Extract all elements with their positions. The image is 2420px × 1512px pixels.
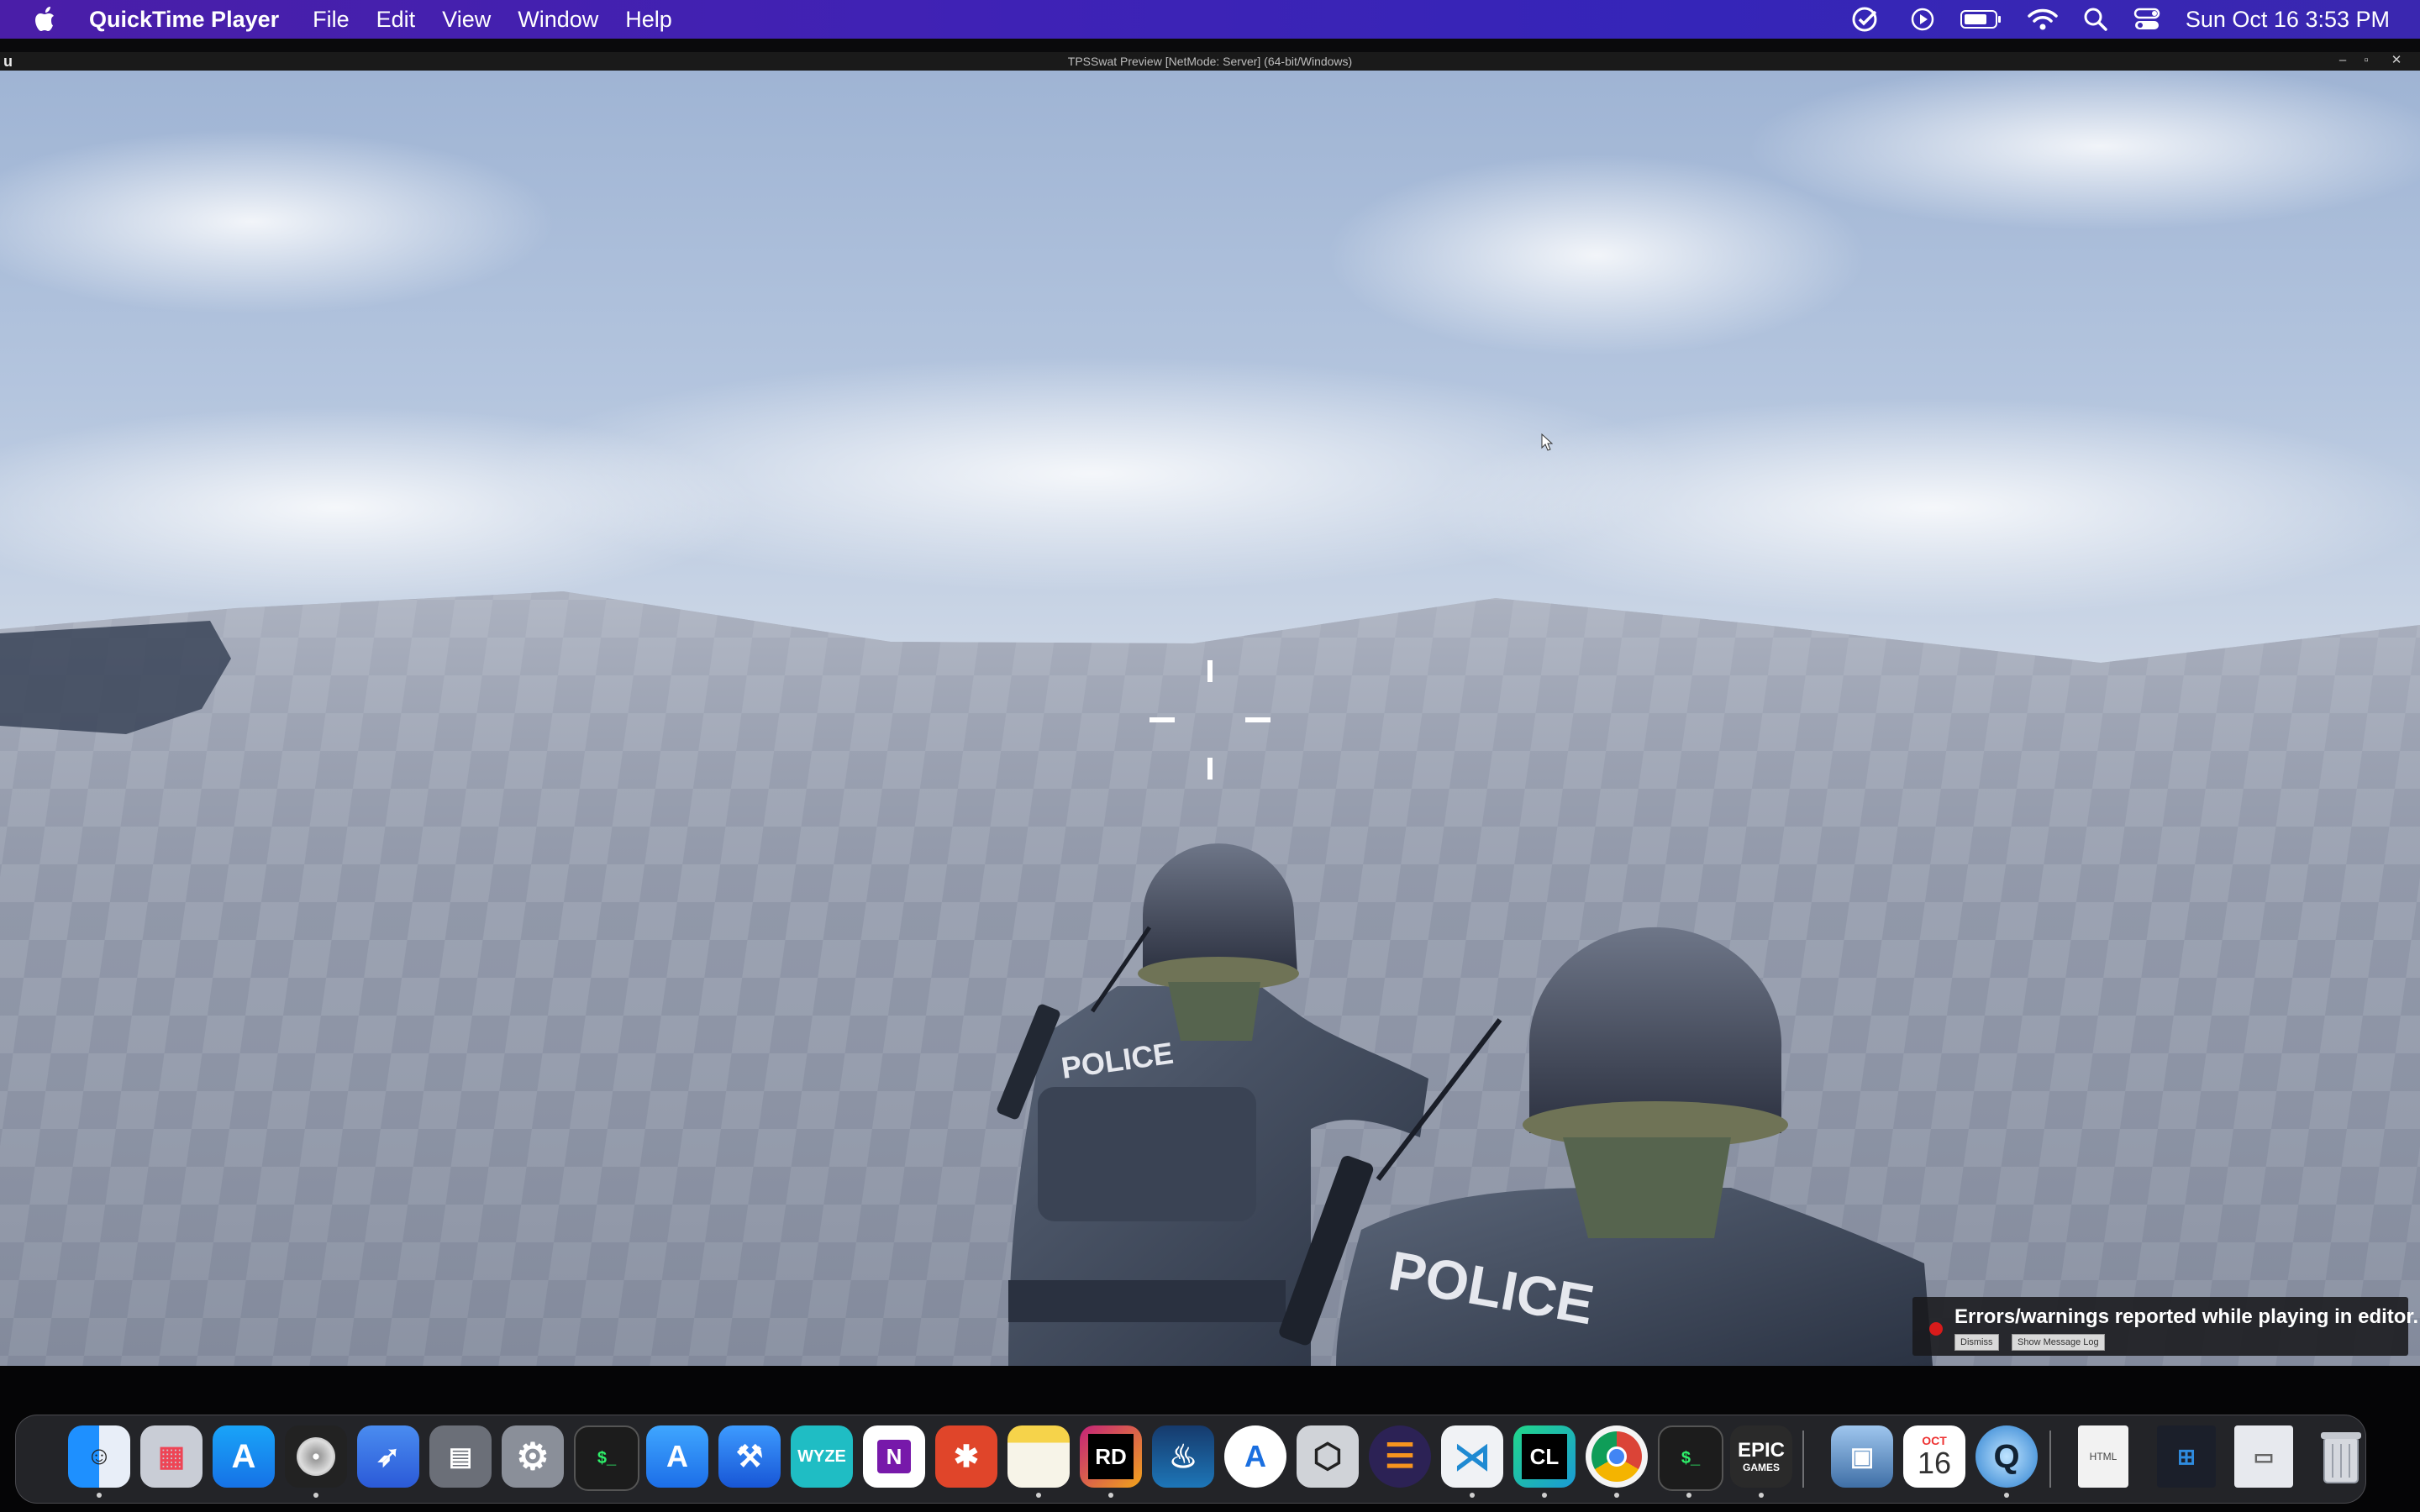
disc-icon[interactable] — [285, 1425, 347, 1488]
running-indicator — [1542, 1493, 1547, 1498]
unreal-engine-icon: u — [3, 53, 13, 70]
game-viewport[interactable]: POLICE POLICE — [0, 71, 2420, 1366]
dock: ☺ ▦ A ➶ ▤ ⚙ $_ A ⚒ WYZE N ✱ RD ♨ A ⬡ ☰ ⋊… — [15, 1415, 2366, 1504]
gear-icon[interactable]: ⚙ — [502, 1425, 564, 1488]
wyze-icon[interactable]: WYZE — [791, 1425, 853, 1488]
steam-icon[interactable]: ♨ — [1152, 1425, 1214, 1488]
error-dot-icon — [1929, 1322, 1943, 1336]
finder-icon[interactable]: ☺ — [68, 1425, 130, 1488]
epic-games-icon[interactable]: EPIC GAMES — [1730, 1425, 1792, 1488]
status-area: Sun Oct 16 3:53 PM — [1851, 0, 2390, 39]
trash-icon[interactable] — [2310, 1425, 2372, 1488]
rider-icon[interactable]: RD — [1080, 1425, 1142, 1488]
control-center-icon[interactable] — [2133, 7, 2160, 32]
minimize-icon[interactable]: – — [2333, 52, 2353, 71]
eclipse-icon[interactable]: ☰ — [1369, 1425, 1431, 1488]
game-scene: POLICE POLICE — [0, 71, 2420, 1366]
running-indicator — [2004, 1493, 2009, 1498]
swift-icon[interactable]: ➶ — [357, 1425, 419, 1488]
app-store-icon[interactable]: A — [213, 1425, 275, 1488]
maximize-icon[interactable]: ▫ — [2356, 52, 2376, 71]
screenshots-icon[interactable]: ⊞ — [2157, 1425, 2216, 1488]
chrome-icon[interactable] — [1586, 1425, 1648, 1488]
quicktime-icon[interactable]: Q — [1975, 1425, 2038, 1488]
app-menu-quicktime[interactable]: QuickTime Player — [89, 7, 279, 33]
browser-window-icon[interactable]: ▭ — [2234, 1425, 2293, 1488]
running-indicator — [1470, 1493, 1475, 1498]
menu-file[interactable]: File — [313, 7, 350, 33]
show-message-log-button[interactable]: Show Message Log — [2012, 1334, 2105, 1351]
dock-separator — [2049, 1431, 2051, 1488]
terminal-icon[interactable]: $_ — [574, 1425, 639, 1491]
photo-icon[interactable]: ▣ — [1831, 1425, 1893, 1488]
running-indicator — [1614, 1493, 1619, 1498]
xcode-icon[interactable]: ⚒ — [718, 1425, 781, 1488]
menu-bar: QuickTime Player File Edit View Window H… — [0, 0, 2420, 39]
game-window-titlebar[interactable]: u TPSSwat Preview [NetMode: Server] (64-… — [0, 52, 2420, 71]
instruments-icon[interactable]: A — [1224, 1425, 1286, 1488]
running-indicator — [313, 1493, 318, 1498]
check-circle-icon[interactable] — [1851, 5, 1885, 34]
running-indicator — [1686, 1493, 1691, 1498]
launchpad-icon[interactable]: ▦ — [140, 1425, 203, 1488]
dock-separator — [1802, 1431, 1804, 1488]
play-circle-icon[interactable] — [1910, 7, 1935, 32]
html-file-icon[interactable]: HTML — [2078, 1425, 2128, 1488]
error-message: Errors/warnings reported while playing i… — [1954, 1305, 2419, 1328]
simulator-icon[interactable]: A — [646, 1425, 708, 1488]
wifi-icon[interactable] — [2028, 8, 2058, 31]
menu-edit[interactable]: Edit — [376, 7, 416, 33]
running-indicator — [1759, 1493, 1764, 1498]
game-window-title: TPSSwat Preview [NetMode: Server] (64-bi… — [1067, 55, 1353, 68]
remote-desktop-icon[interactable]: ✱ — [935, 1425, 997, 1488]
vscode-icon[interactable]: ⋊ — [1441, 1425, 1503, 1488]
sky-clouds — [0, 71, 2420, 617]
mouse-cursor-icon — [1541, 433, 1553, 451]
menu-window[interactable]: Window — [518, 7, 598, 33]
running-indicator — [1108, 1493, 1113, 1498]
clock[interactable]: Sun Oct 16 3:53 PM — [2186, 7, 2390, 33]
clion-icon[interactable]: CL — [1513, 1425, 1576, 1488]
dismiss-button[interactable]: Dismiss — [1954, 1334, 1999, 1351]
unity-icon[interactable]: ⬡ — [1297, 1425, 1359, 1488]
apple-logo-icon[interactable] — [34, 5, 59, 34]
preview-icon[interactable]: ▤ — [429, 1425, 492, 1488]
search-icon[interactable] — [2083, 7, 2108, 32]
terminal-icon[interactable]: $_ — [1658, 1425, 1723, 1491]
close-icon[interactable]: ✕ — [2386, 52, 2407, 71]
running-indicator — [1036, 1493, 1041, 1498]
menu-help[interactable]: Help — [625, 7, 672, 33]
notes-icon[interactable] — [1007, 1425, 1070, 1488]
error-toast: Errors/warnings reported while playing i… — [1912, 1297, 2418, 1356]
menu-view[interactable]: View — [442, 7, 491, 33]
calendar-icon[interactable]: OCT 16 — [1903, 1425, 1965, 1488]
running-indicator — [97, 1493, 102, 1498]
battery-icon[interactable] — [1960, 9, 2002, 29]
onenote-icon[interactable]: N — [863, 1425, 925, 1488]
